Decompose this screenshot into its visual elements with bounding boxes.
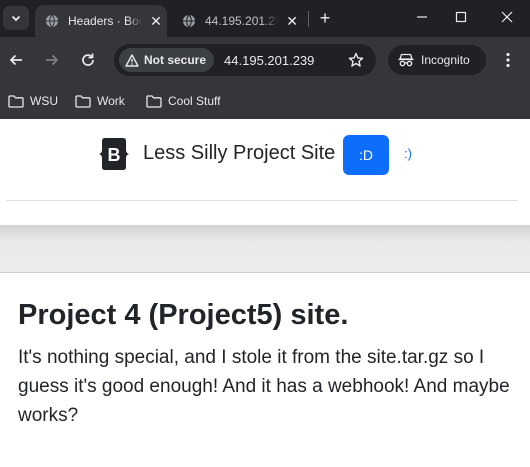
tab-headers[interactable]: Headers · Bootstrap ✕ [35,5,167,37]
site-header: B Less Silly Project Site :D :) [0,135,530,175]
close-window-button[interactable] [492,6,522,28]
tab-title: 44.195.201.239 [205,14,278,28]
tab-strip: Headers · Bootstrap ✕ 44.195.201.239 ✕ + [0,0,530,37]
new-tab-button[interactable]: + [315,7,335,29]
folder-icon [146,94,162,108]
page-title: Project 4 (Project5) site. [18,299,349,331]
chevron-down-icon [11,15,21,22]
bookmark-label: Cool Stuff [168,94,221,108]
bookmark-folder-work[interactable]: Work [75,92,125,110]
primary-button[interactable]: :D [343,135,389,175]
tab-separator [308,11,309,27]
bookmark-folder-cool-stuff[interactable]: Cool Stuff [146,92,220,110]
divider [6,200,518,201]
more-vert-icon[interactable] [499,51,517,69]
tab-ip[interactable]: 44.195.201.239 ✕ [172,5,300,37]
security-chip[interactable]: Not secure [119,48,215,72]
tab-search-button[interactable] [3,6,29,30]
forward-button[interactable] [41,49,63,71]
site-brand[interactable]: Less Silly Project Site [143,142,335,165]
address-bar[interactable]: Not secure 44.195.201.239 [114,44,376,76]
incognito-label: Incognito [421,53,470,67]
minimize-icon [417,16,427,18]
bookmark-folder-wsu[interactable]: WSU [8,92,58,110]
folder-icon [8,94,24,108]
bookmark-label: WSU [30,94,58,108]
security-chip-label: Not secure [144,53,207,67]
arrow-right-icon [46,54,59,66]
close-icon [501,11,513,23]
close-tab-icon[interactable]: ✕ [148,13,164,30]
back-button[interactable] [5,49,27,71]
bootstrap-logo-icon[interactable]: B [96,137,132,171]
url-text[interactable]: 44.195.201.239 [224,53,314,68]
gray-band [0,225,530,273]
reload-button[interactable] [77,49,99,71]
arrow-left-icon [9,54,22,66]
warning-icon [125,53,139,67]
svg-text:B: B [108,145,121,165]
tab-title: Headers · Bootstrap [68,14,142,28]
globe-icon [46,14,58,28]
browser-toolbar: Not secure 44.195.201.239 Incognito [0,37,530,83]
folder-icon [75,94,91,108]
minimize-button[interactable] [407,6,437,28]
incognito-icon [398,53,414,67]
maximize-icon [455,11,467,23]
globe-icon [183,14,195,28]
star-icon[interactable] [348,52,364,68]
bookmark-label: Work [97,94,125,108]
bookmarks-bar: WSU Work Cool Stuff [0,83,530,119]
maximize-button[interactable] [446,6,476,28]
intro-paragraph: It's nothing special, and I stole it fro… [18,347,510,426]
reload-icon [82,53,94,66]
incognito-indicator[interactable]: Incognito [388,45,486,75]
page-viewport: B Less Silly Project Site :D :) Project … [0,119,530,467]
smile-link[interactable]: :) [404,146,412,161]
close-tab-icon[interactable]: ✕ [284,13,300,30]
